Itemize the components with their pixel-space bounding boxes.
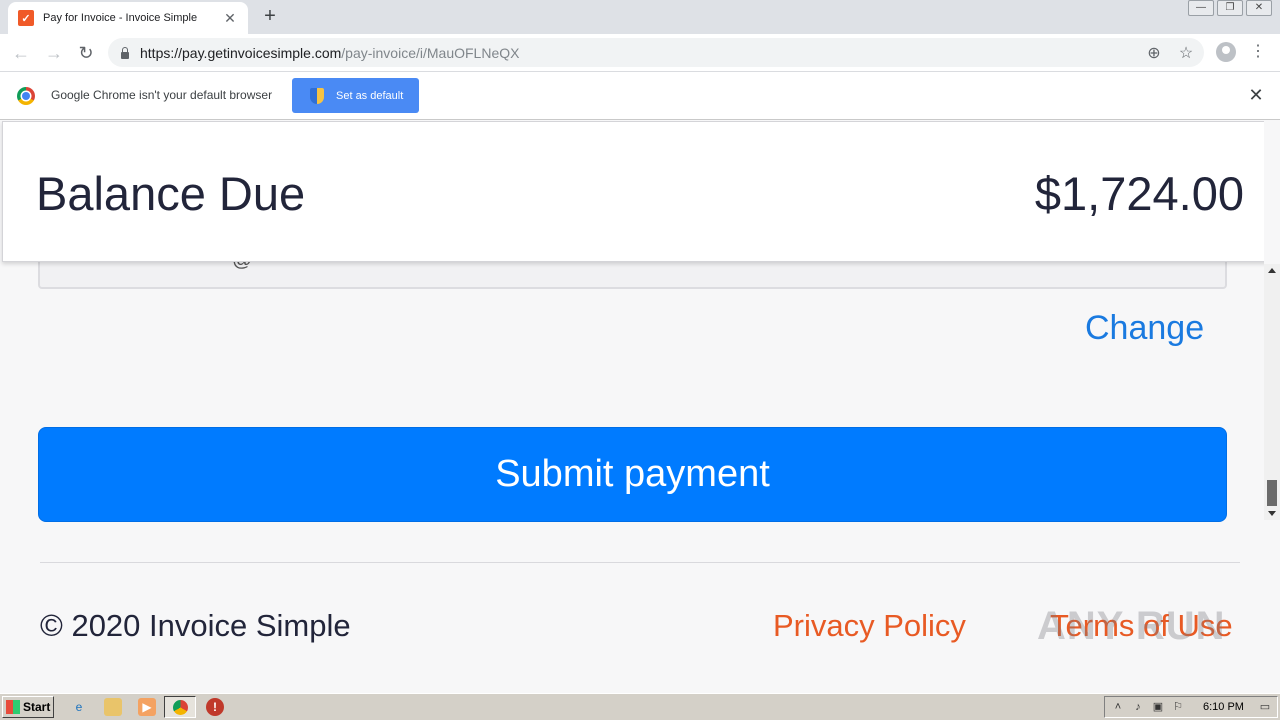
url-host: https://pay.getinvoicesimple.com <box>140 44 342 61</box>
browser-tab[interactable]: ✓ Pay for Invoice - Invoice Simple ✕ <box>8 2 248 34</box>
chrome-menu-icon[interactable]: ⋮ <box>1250 41 1266 63</box>
windows-flag-icon <box>6 700 20 714</box>
reload-icon[interactable]: ↻ <box>75 42 97 64</box>
windows-taskbar: Start e ▶ ! ˄ ♪ ▣ ⚐ 6:10 PM ▭ <box>0 693 1280 720</box>
tab-strip: ✓ Pay for Invoice - Invoice Simple ✕ + —… <box>0 0 1280 34</box>
taskbar-clock[interactable]: 6:10 PM <box>1203 701 1244 713</box>
folder-icon[interactable] <box>104 698 122 716</box>
url-text[interactable]: https://pay.getinvoicesimple.com/pay-inv… <box>140 45 519 61</box>
set-as-default-label: Set as default <box>336 89 404 102</box>
network-icon[interactable]: ▣ <box>1151 700 1165 714</box>
infobar-close-icon[interactable]: ✕ <box>1246 85 1266 106</box>
show-desktop-icon[interactable]: ▭ <box>1258 700 1272 714</box>
scroll-up-arrow-icon[interactable] <box>1268 268 1276 273</box>
browser-toolbar: ← → ↻ https://pay.getinvoicesimple.com/p… <box>0 34 1280 72</box>
security-alert-icon[interactable]: ! <box>206 698 224 716</box>
action-center-flag-icon[interactable]: ⚐ <box>1171 700 1185 714</box>
change-link[interactable]: Change <box>1085 309 1204 348</box>
start-label: Start <box>23 700 51 714</box>
default-browser-infobar: Google Chrome isn't your default browser… <box>0 72 1280 120</box>
new-tab-button[interactable]: + <box>258 5 282 29</box>
profile-avatar-icon[interactable] <box>1216 42 1236 62</box>
scroll-down-arrow-icon[interactable] <box>1268 511 1276 516</box>
tab-title: Pay for Invoice - Invoice Simple <box>43 12 198 24</box>
set-as-default-button[interactable]: Set as default <box>292 78 419 113</box>
balance-due-label: Balance Due <box>36 167 306 220</box>
tab-close-icon[interactable]: ✕ <box>222 10 238 27</box>
internet-explorer-icon[interactable]: e <box>70 698 88 716</box>
footer-copyright: © 2020 Invoice Simple <box>40 608 351 643</box>
minimize-button[interactable]: — <box>1188 0 1214 16</box>
address-bar[interactable]: https://pay.getinvoicesimple.com/pay-inv… <box>108 38 1204 67</box>
zoom-icon[interactable]: ⊕ <box>1144 43 1164 63</box>
shield-icon <box>310 87 324 104</box>
invoice-simple-favicon-icon: ✓ <box>18 10 34 26</box>
balance-due-amount: $1,724.00 <box>1034 167 1244 220</box>
media-player-icon[interactable]: ▶ <box>138 698 156 716</box>
footer-divider <box>40 562 1240 563</box>
forward-arrow-icon[interactable]: → <box>43 42 65 64</box>
balance-due-bar: Balance Due $1,724.00 <box>2 121 1264 262</box>
scroll-thumb[interactable] <box>1267 480 1277 506</box>
window-controls: — ❐ ✕ <box>1185 0 1272 16</box>
privacy-policy-link[interactable]: Privacy Policy <box>773 608 966 644</box>
system-tray: ˄ ♪ ▣ ⚐ 6:10 PM ▭ <box>1104 696 1278 718</box>
chrome-logo-icon <box>17 87 35 105</box>
bookmark-star-icon[interactable]: ☆ <box>1176 43 1196 63</box>
infobar-message: Google Chrome isn't your default browser <box>51 88 273 102</box>
restore-button[interactable]: ❐ <box>1217 0 1243 16</box>
anyrun-watermark: ANY RUN <box>1037 604 1226 648</box>
url-path: /pay-invoice/i/MauOFLNeQX <box>341 44 520 61</box>
page-scrollbar[interactable] <box>1264 264 1280 520</box>
volume-icon[interactable]: ♪ <box>1131 700 1145 714</box>
start-button[interactable]: Start <box>2 696 54 718</box>
tray-expand-icon[interactable]: ˄ <box>1111 700 1125 714</box>
close-window-button[interactable]: ✕ <box>1246 0 1272 16</box>
chrome-icon <box>173 700 188 715</box>
submit-payment-button[interactable]: Submit payment <box>38 427 1227 522</box>
back-arrow-icon[interactable]: ← <box>10 42 32 64</box>
chrome-taskbar-button[interactable] <box>164 696 196 718</box>
lock-icon[interactable] <box>120 46 130 59</box>
